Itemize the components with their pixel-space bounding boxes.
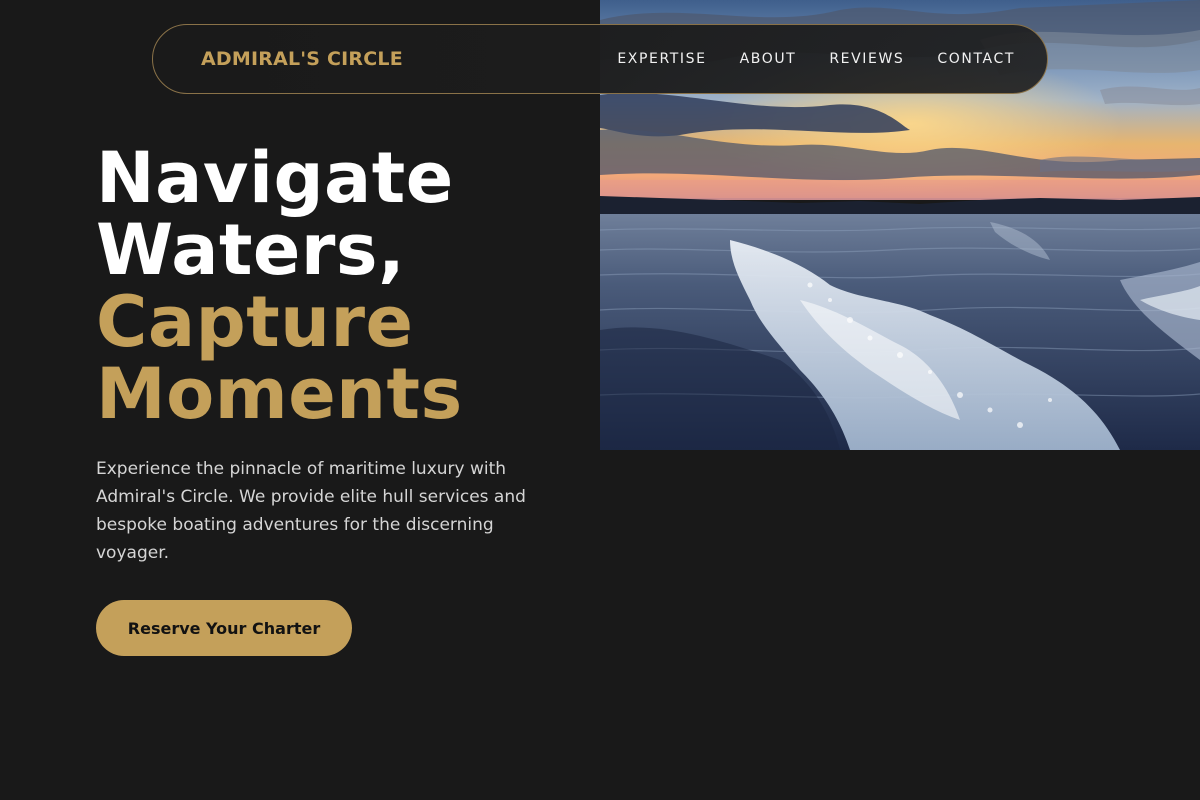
nav-link-contact[interactable]: CONTACT bbox=[937, 51, 1015, 67]
nav-links: EXPERTISE ABOUT REVIEWS CONTACT bbox=[617, 51, 1015, 67]
nav-link-about[interactable]: ABOUT bbox=[740, 51, 797, 67]
headline-line-2: Waters, bbox=[96, 209, 406, 291]
hero-description: Experience the pinnacle of maritime luxu… bbox=[96, 459, 526, 563]
headline-line-1: Navigate bbox=[96, 137, 454, 219]
headline-accent-line-2: Moments bbox=[96, 353, 463, 435]
brand-logo[interactable]: ADMIRAL'S CIRCLE bbox=[201, 48, 403, 70]
headline-accent-line-1: Capture bbox=[96, 281, 414, 363]
nav-link-expertise[interactable]: EXPERTISE bbox=[617, 51, 706, 67]
hero-headline: Navigate Waters, Capture Moments bbox=[96, 142, 463, 430]
nav-link-reviews[interactable]: REVIEWS bbox=[829, 51, 904, 67]
reserve-charter-button[interactable]: Reserve Your Charter bbox=[96, 600, 352, 656]
landing-page: ADMIRAL'S CIRCLE EXPERTISE ABOUT REVIEWS… bbox=[0, 0, 1200, 800]
top-navigation-bar: ADMIRAL'S CIRCLE EXPERTISE ABOUT REVIEWS… bbox=[152, 24, 1048, 94]
